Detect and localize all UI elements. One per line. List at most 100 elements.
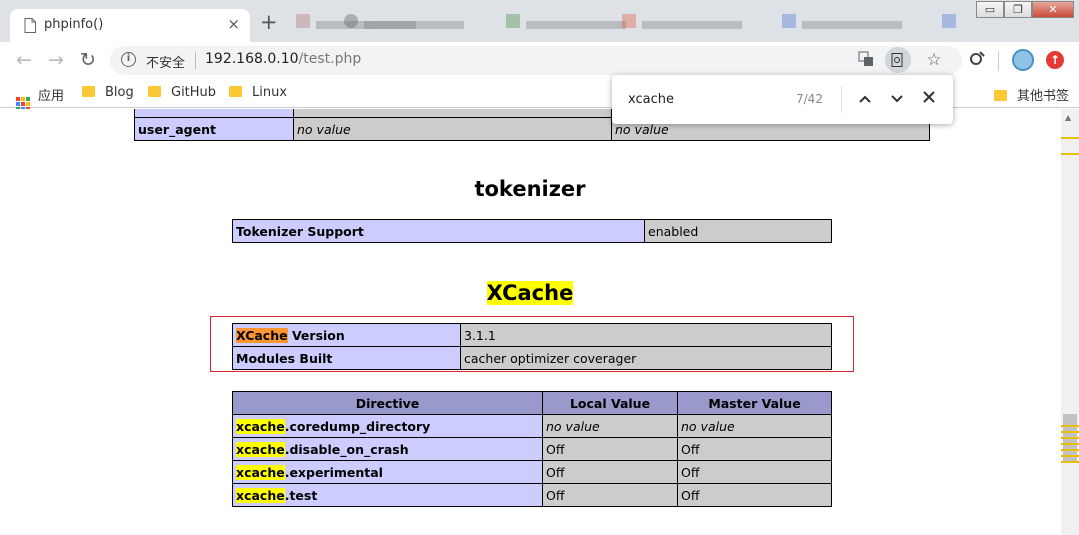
bookmark-label: 应用 xyxy=(38,89,65,104)
page-icon xyxy=(24,18,36,33)
translate-icon[interactable] xyxy=(857,51,875,69)
find-marker xyxy=(1061,153,1079,155)
find-match-count: 7/42 xyxy=(796,92,823,106)
url-text[interactable]: 192.168.0.10/test.php xyxy=(205,51,361,67)
background-tab[interactable] xyxy=(942,14,962,28)
find-marker xyxy=(1061,437,1079,439)
column-header-local-value: Local Value xyxy=(542,391,678,415)
page-content: user_agent no value no value tokenizer T… xyxy=(0,109,1061,535)
bookmark-label: 其他书签 xyxy=(1017,89,1070,104)
find-highlight: xcache xyxy=(236,441,285,457)
background-tab[interactable] xyxy=(344,14,474,29)
find-marker xyxy=(1061,449,1079,451)
bookmark-label: Blog xyxy=(105,85,134,100)
folder-icon xyxy=(229,86,242,97)
chevron-down-icon xyxy=(891,95,903,103)
tab-title: phpinfo() xyxy=(44,17,104,32)
section-heading-xcache: XCache xyxy=(430,281,630,305)
directive-label: xcache.disable_on_crash xyxy=(232,437,543,461)
directive-label: xcache.test xyxy=(232,483,543,507)
vertical-scrollbar[interactable]: ▲ xyxy=(1061,109,1079,535)
find-bar: xcache 7/42 xyxy=(612,75,953,124)
find-highlight: xcache xyxy=(236,418,285,434)
bookmark-label: GitHub xyxy=(171,85,217,100)
find-close-button[interactable] xyxy=(918,88,940,110)
divider xyxy=(998,51,999,71)
tokenizer-support-label: Tokenizer Support xyxy=(232,219,645,243)
divider xyxy=(841,86,842,113)
address-bar[interactable]: i 不安全 192.168.0.10/test.php ☆ xyxy=(110,46,962,75)
column-header-master-value: Master Value xyxy=(677,391,832,415)
find-highlight: xcache xyxy=(236,487,285,503)
tab-phpinfo[interactable]: phpinfo() × xyxy=(10,9,250,42)
local-value: Off xyxy=(542,460,678,484)
find-previous-button[interactable] xyxy=(854,88,876,110)
divider xyxy=(195,52,196,69)
restore-button[interactable]: ❐ xyxy=(1004,1,1032,18)
new-tab-button[interactable]: + xyxy=(260,12,278,33)
directive-label: xcache.coredump_directory xyxy=(232,414,543,438)
bookmark-other[interactable]: 其他书签 xyxy=(994,85,1069,104)
scroll-up-icon[interactable]: ▲ xyxy=(1065,113,1071,122)
bookmark-blog[interactable]: Blog xyxy=(82,85,134,100)
find-input[interactable]: xcache xyxy=(628,92,674,107)
label-text: .disable_on_crash xyxy=(284,441,409,457)
find-marker xyxy=(1061,137,1079,139)
table-row: xcache.coredump_directory no value no va… xyxy=(232,414,832,438)
background-tab[interactable] xyxy=(782,14,912,29)
master-value: Off xyxy=(677,437,832,461)
url-path: /test.php xyxy=(298,51,362,67)
insecure-label[interactable]: 不安全 xyxy=(146,52,185,71)
folder-icon xyxy=(994,90,1007,101)
table-row: Tokenizer Support enabled xyxy=(232,219,832,243)
bookmark-linux[interactable]: Linux xyxy=(229,85,287,100)
modules-built-label: Modules Built xyxy=(232,346,461,370)
master-value: no value xyxy=(677,414,832,438)
local-value: no value xyxy=(293,117,612,141)
table-header-row: Directive Local Value Master Value xyxy=(232,391,832,415)
table-row: xcache.test Off Off xyxy=(232,483,832,507)
master-value: Off xyxy=(677,483,832,507)
chevron-up-icon xyxy=(859,95,871,103)
extension-icon[interactable] xyxy=(966,49,988,71)
find-highlight: XCache xyxy=(486,281,574,305)
directive-label: xcache.experimental xyxy=(232,460,543,484)
table-cell xyxy=(134,109,294,118)
find-marker xyxy=(1061,431,1079,433)
bookmark-github[interactable]: GitHub xyxy=(148,85,216,100)
folder-icon xyxy=(148,86,161,97)
reload-button[interactable]: ↻ xyxy=(78,50,98,70)
bookmark-star-icon[interactable]: ☆ xyxy=(925,51,943,69)
close-window-button[interactable]: ✕ xyxy=(1032,1,1074,18)
local-value: Off xyxy=(542,483,678,507)
forward-button[interactable]: → xyxy=(46,50,66,70)
table-row: xcache.experimental Off Off xyxy=(232,460,832,484)
label-text: .coredump_directory xyxy=(284,418,431,434)
background-tab[interactable] xyxy=(506,14,636,29)
back-button[interactable]: ← xyxy=(14,50,34,70)
modules-built-value: cacher optimizer coverager xyxy=(460,346,832,370)
tab-close-icon[interactable]: × xyxy=(227,15,240,33)
xcache-info-table: XCache Version 3.1.1 Modules Built cache… xyxy=(232,323,832,370)
find-marker xyxy=(1061,443,1079,445)
label-text: .experimental xyxy=(284,464,383,480)
background-tab[interactable] xyxy=(622,14,752,29)
directive-label: user_agent xyxy=(134,117,294,141)
table-row: XCache Version 3.1.1 xyxy=(232,323,832,347)
tab-strip: phpinfo() × + ▭ ❐ ✕ xyxy=(0,0,1079,42)
folder-icon xyxy=(82,86,95,97)
find-in-page-icon[interactable] xyxy=(885,47,911,73)
table-cell xyxy=(293,109,612,118)
minimize-button[interactable]: ▭ xyxy=(976,1,1004,18)
info-icon[interactable]: i xyxy=(121,52,136,67)
find-next-button[interactable] xyxy=(886,88,908,110)
tokenizer-table: Tokenizer Support enabled xyxy=(232,219,832,243)
master-value: Off xyxy=(677,460,832,484)
section-heading-tokenizer: tokenizer xyxy=(474,177,586,201)
update-icon[interactable]: ↑ xyxy=(1046,51,1064,69)
avatar[interactable] xyxy=(1012,49,1034,71)
find-marker xyxy=(1061,455,1079,457)
find-marker xyxy=(1061,461,1079,463)
bookmark-apps[interactable]: 应用 xyxy=(16,85,64,111)
label-text: Version xyxy=(287,327,345,343)
